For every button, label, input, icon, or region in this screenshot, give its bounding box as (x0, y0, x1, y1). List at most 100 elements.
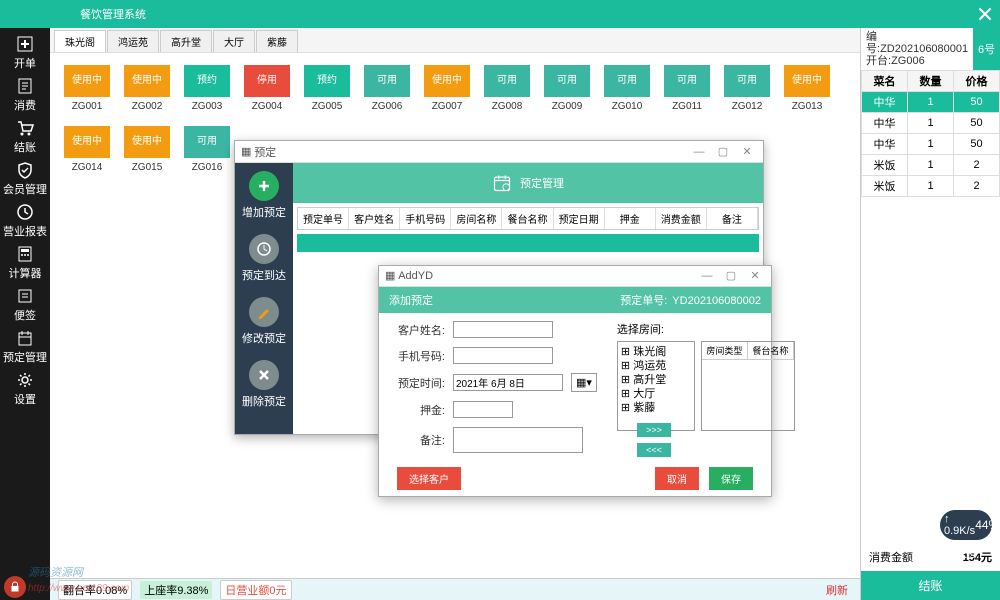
reservation-banner: 预定管理 (293, 163, 763, 203)
tab-0[interactable]: 珠光阁 (54, 30, 106, 52)
order-panel: 编号:ZD202106080001 开台:ZG006 6号 菜名数量价格中华15… (860, 28, 1000, 600)
sidebar-item-7[interactable]: 预定管理 (0, 326, 50, 368)
table-card-ZG009[interactable]: 可用ZG009 (544, 65, 590, 112)
x-icon (256, 367, 272, 383)
deposit-input[interactable] (453, 401, 513, 418)
plus-icon (16, 35, 34, 53)
order-info: 编号:ZD202106080001 开台:ZG006 (861, 28, 973, 70)
sidebar-item-3[interactable]: 会员管理 (0, 158, 50, 200)
cancel-button[interactable]: 取消 (655, 467, 699, 490)
app-icon: ▦ (385, 269, 395, 282)
titlebar: 餐饮管理系统 (0, 0, 1000, 28)
table-card-ZG006[interactable]: 可用ZG006 (364, 65, 410, 112)
tab-2[interactable]: 高升堂 (160, 30, 212, 52)
refresh-button[interactable]: 刷新 (822, 581, 852, 599)
shield-icon (16, 161, 34, 179)
sidebar-item-4[interactable]: 营业报表 (0, 200, 50, 242)
order-row[interactable]: 中华150 (862, 134, 1000, 155)
tab-4[interactable]: 紫藤 (256, 30, 298, 52)
order-row[interactable]: 中华150 (862, 92, 1000, 113)
close-icon[interactable]: ✕ (737, 145, 757, 158)
pencil-icon (256, 304, 272, 320)
calendar-icon (16, 329, 34, 347)
tab-3[interactable]: 大厅 (213, 30, 255, 52)
tree-node[interactable]: ⊞ 珠光阁 (621, 345, 691, 359)
reservation-action-x[interactable]: 删除预定 (242, 360, 286, 409)
tree-node[interactable]: ⊞ 大厅 (621, 387, 691, 401)
tree-node[interactable]: ⊞ 紫藤 (621, 401, 691, 415)
date-picker-icon[interactable]: ▦▾ (571, 373, 597, 392)
minimize-icon[interactable]: — (697, 270, 717, 282)
table-card-ZG012[interactable]: 可用ZG012 (724, 65, 770, 112)
reservation-action-plus[interactable]: 增加预定 (242, 171, 286, 220)
sidebar-item-2[interactable]: 结账 (0, 116, 50, 158)
reservation-action-pencil[interactable]: 修改预定 (242, 297, 286, 346)
reservation-table-header: 预定单号客户姓名手机号码房间名称餐台名称预定日期押金消费金额备注 (297, 207, 759, 230)
table-card-ZG003[interactable]: 预约ZG003 (184, 65, 230, 112)
datetime-input[interactable] (453, 374, 563, 391)
dialog-titlebar: ▦ AddYD — ▢ ✕ (379, 266, 771, 287)
order-row[interactable]: 中华150 (862, 113, 1000, 134)
order-total: 消费金额 154元 (861, 543, 1000, 571)
table-card-ZG013[interactable]: 使用中ZG013 (784, 65, 830, 112)
dialog-titlebar: ▦ 预定 — ▢ ✕ (235, 141, 763, 163)
table-card-ZG010[interactable]: 可用ZG010 (604, 65, 650, 112)
table-card-ZG016[interactable]: 可用ZG016 (184, 126, 230, 173)
table-number-badge: 6号 (973, 28, 1000, 70)
reservation-actions: 增加预定预定到达修改预定删除预定 (235, 163, 293, 434)
remark-input[interactable] (453, 427, 583, 453)
table-card-ZG011[interactable]: 可用ZG011 (664, 65, 710, 112)
tree-node[interactable]: ⊞ 高升堂 (621, 373, 691, 387)
app-title: 餐饮管理系统 (80, 6, 146, 22)
sidebar-item-0[interactable]: 开单 (0, 32, 50, 74)
tab-1[interactable]: 鸿运苑 (107, 30, 159, 52)
sidebar-item-6[interactable]: 便签 (0, 284, 50, 326)
select-customer-button[interactable]: 选择客户 (397, 467, 461, 490)
minimize-icon[interactable]: — (689, 146, 709, 158)
room-tree[interactable]: ⊞ 珠光阁⊞ 鸿运苑⊞ 高升堂⊞ 大厅⊞ 紫藤 (617, 341, 695, 431)
close-icon[interactable]: ✕ (745, 269, 765, 282)
calendar-icon (492, 173, 512, 193)
app-icon: ▦ (241, 145, 251, 158)
sidebar-item-1[interactable]: 消费 (0, 74, 50, 116)
table-card-ZG001[interactable]: 使用中ZG001 (64, 65, 110, 112)
table-card-ZG005[interactable]: 预约ZG005 (304, 65, 350, 112)
calc-icon (16, 245, 34, 263)
add-table-button[interactable]: >>> (637, 423, 671, 437)
lock-icon[interactable] (4, 576, 26, 598)
table-card-ZG008[interactable]: 可用ZG008 (484, 65, 530, 112)
stat-turnover: 翻台率0.08% (58, 580, 132, 600)
order-row[interactable]: 米饭12 (862, 176, 1000, 197)
table-card-ZG014[interactable]: 使用中ZG014 (64, 126, 110, 173)
selected-tables[interactable]: 房间类型餐台名称 (701, 341, 795, 431)
note-icon (16, 287, 34, 305)
checkout-button[interactable]: 结账 (861, 571, 1000, 600)
table-card-ZG004[interactable]: 停用ZG004 (244, 65, 290, 112)
plus-icon (256, 178, 272, 194)
table-card-ZG015[interactable]: 使用中ZG015 (124, 126, 170, 173)
clock-icon (16, 203, 34, 221)
save-button[interactable]: 保存 (709, 467, 753, 490)
network-gauge: ↑ 0.9K/s↓ 0.1K/s 44% (940, 510, 992, 540)
tree-node[interactable]: ⊞ 鸿运苑 (621, 359, 691, 373)
phone-input[interactable] (453, 347, 553, 364)
table-card-ZG002[interactable]: 使用中ZG002 (124, 65, 170, 112)
stat-seat: 上座率9.38% (140, 581, 212, 599)
reservation-action-clock[interactable]: 预定到达 (242, 234, 286, 283)
remove-table-button[interactable]: <<< (637, 443, 671, 457)
statusbar: 翻台率0.08% 上座率9.38% 日营业额0元 刷新 (50, 578, 860, 600)
customer-name-input[interactable] (453, 321, 553, 338)
sidebar-item-5[interactable]: 计算器 (0, 242, 50, 284)
reservation-row-selected[interactable] (297, 234, 759, 252)
maximize-icon[interactable]: ▢ (713, 145, 733, 158)
close-icon[interactable] (978, 7, 992, 21)
order-row[interactable]: 米饭12 (862, 155, 1000, 176)
receipt-icon (16, 77, 34, 95)
room-tabs: 珠光阁鸿运苑高升堂大厅紫藤 (50, 28, 860, 53)
order-items-table: 菜名数量价格中华150中华150中华150米饭12米饭12 (861, 70, 1000, 197)
sidebar-item-8[interactable]: 设置 (0, 368, 50, 410)
table-card-ZG007[interactable]: 使用中ZG007 (424, 65, 470, 112)
sidebar: 开单消费结账会员管理营业报表计算器便签预定管理设置 (0, 28, 50, 600)
stat-daily: 日营业额0元 (220, 580, 291, 600)
maximize-icon[interactable]: ▢ (721, 269, 741, 282)
